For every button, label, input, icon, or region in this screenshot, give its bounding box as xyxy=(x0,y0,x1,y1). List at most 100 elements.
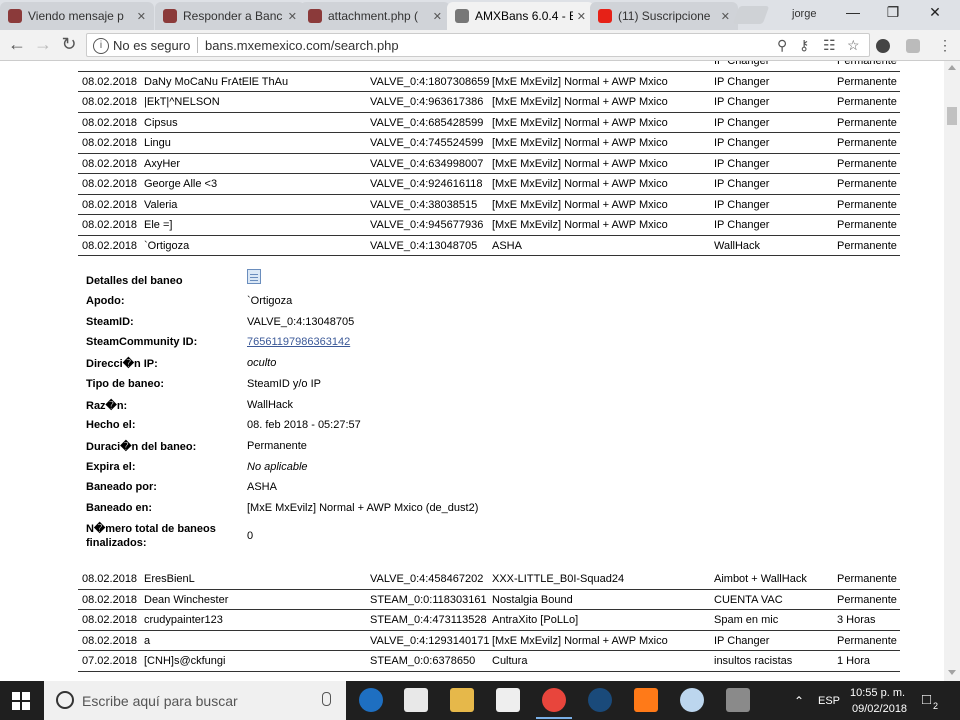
close-icon[interactable]: ✕ xyxy=(920,4,950,21)
notification-count: 2 xyxy=(933,701,939,711)
player-name: AxyHer xyxy=(144,157,181,170)
browser-tab[interactable]: attachment.php (✕ xyxy=(300,2,450,30)
security-indicator[interactable]: No es seguro xyxy=(113,38,190,53)
tab-close-icon[interactable]: ✕ xyxy=(721,10,730,23)
detail-value: WallHack xyxy=(247,398,294,411)
tray-expand-icon[interactable]: ⌃ xyxy=(794,694,804,708)
search-placeholder[interactable]: Escribe aquí para buscar xyxy=(82,693,238,709)
table-row[interactable]: 08.02.2018 George Alle <3 VALVE_0:4:924616… xyxy=(78,174,900,195)
detail-value: ASHA xyxy=(247,481,277,494)
menu-dots-icon[interactable]: ⋮ xyxy=(938,37,952,54)
tool-icon[interactable] xyxy=(726,688,750,712)
ban-length: Permanente xyxy=(837,178,897,190)
chrome-icon[interactable] xyxy=(536,688,572,719)
tab-close-icon[interactable]: ✕ xyxy=(433,10,442,23)
table-row[interactable]: 08.02.2018 crudypainter123 STEAM_0:4:47311… xyxy=(78,610,900,631)
player-name: Ele =] xyxy=(144,219,173,231)
microphone-icon[interactable] xyxy=(322,692,331,706)
server-name: ASHA xyxy=(492,239,522,252)
new-tab-button[interactable] xyxy=(732,6,770,24)
table-row[interactable]: 08.02.2018 AxyHer VALVE_0:4:634998007 [MxE … xyxy=(78,154,900,174)
notifications-icon[interactable]: □ xyxy=(922,691,931,708)
total-bans-value: 0 xyxy=(247,530,254,542)
profile-name[interactable]: jorge xyxy=(792,8,816,20)
address-bar[interactable]: i No es seguro bans.mxemexico.com/search… xyxy=(86,33,870,57)
table-row[interactable]: 08.02.2018 Dean Winchester STEAM_0:0:11830… xyxy=(78,590,900,610)
extension-g-icon[interactable] xyxy=(906,39,920,53)
steam-icon[interactable] xyxy=(588,688,612,712)
player-name: George Alle <3 xyxy=(144,178,218,190)
ban-date: 08.02.2018 xyxy=(82,593,138,606)
scroll-thumb[interactable] xyxy=(947,107,957,125)
app-icon[interactable] xyxy=(680,688,704,712)
server-name: [MxE MxEvilz] Normal + AWP Mxico xyxy=(492,157,668,170)
taskbar-search[interactable]: Escribe aquí para buscar xyxy=(44,681,346,720)
favicon-icon xyxy=(308,9,322,23)
key-icon[interactable]: ⚷ xyxy=(799,37,809,54)
info-icon[interactable]: i xyxy=(93,38,109,54)
steam-id: VALVE_0:4:963617386 xyxy=(370,96,484,108)
browser-tab[interactable]: Responder a Banc ✕ xyxy=(155,2,305,30)
table-row[interactable]: 08.02.2018 a VALVE_0:4:1293140171 [MxE MxEv… xyxy=(78,631,900,651)
zoom-icon[interactable]: ⚲ xyxy=(777,37,787,54)
table-row[interactable]: 08.02.2018 DaNy MoCaNu FrAtElE ThAu VALVE_… xyxy=(78,72,900,92)
back-arrow-icon[interactable]: ← xyxy=(6,34,28,55)
detail-label: SteamCommunity ID: xyxy=(86,336,198,349)
server-name: [MxE MxEvilz] Normal + AWP Mxico xyxy=(492,219,668,231)
table-row[interactable]: 08.02.2018 EresBienL VALVE_0:4:458467202 XX… xyxy=(78,569,900,590)
translate-icon[interactable]: ☷ xyxy=(823,37,836,54)
tab-close-icon[interactable]: ✕ xyxy=(137,10,146,23)
bookmark-star-icon[interactable]: ☆ xyxy=(847,37,860,54)
taskbar: Escribe aquí para buscar ⌃ ESP 10:55 p. … xyxy=(0,681,960,720)
detail-value[interactable]: 76561197986363142 xyxy=(247,336,350,348)
detail-label: SteamID: xyxy=(86,315,134,328)
minimize-icon[interactable]: — xyxy=(838,4,868,20)
cortana-icon[interactable] xyxy=(56,691,74,709)
table-row[interactable]: 08.02.2018 Valeria VALVE_0:4:38038515 [MxE … xyxy=(78,195,900,215)
language-indicator[interactable]: ESP xyxy=(818,695,840,707)
table-row[interactable]: 08.02.2018 |EkT|^NELSON VALVE_0:4:96361738… xyxy=(78,92,900,113)
forward-arrow-icon[interactable]: → xyxy=(32,34,54,55)
detail-label: Baneado por: xyxy=(86,481,157,494)
windows-start-icon[interactable] xyxy=(12,692,30,710)
edge-icon[interactable] xyxy=(359,688,383,712)
detail-label: Apodo: xyxy=(86,295,125,307)
player-name: `Ortigoza xyxy=(144,239,190,252)
favicon-icon xyxy=(598,9,612,23)
detail-label: Expira el: xyxy=(86,460,136,473)
document-icon[interactable] xyxy=(247,269,261,284)
reload-icon[interactable]: ↻ xyxy=(58,34,80,55)
table-row[interactable]: 08.02.2018 Cipsus VALVE_0:4:685428599 [MxE … xyxy=(78,113,900,133)
table-row[interactable]: 08.02.2018 `Ortigoza VALVE_0:4:13048705 ASH… xyxy=(78,236,900,256)
ban-reason: IP Changer xyxy=(714,96,770,108)
detail-label: Baneado en: xyxy=(86,502,153,514)
table-row[interactable]: 08.02.2018 Ele =] VALVE_0:4:945677936 [MxE … xyxy=(78,215,900,236)
table-row[interactable]: IP Changer Permanente xyxy=(78,61,900,72)
table-row[interactable]: 07.02.2018 [CNH]s@ckfungi STEAM_0:0:637865… xyxy=(78,651,900,672)
steam-id: VALVE_0:4:745524599 xyxy=(370,137,484,149)
recorder-icon[interactable] xyxy=(634,688,658,712)
ban-length: Permanente xyxy=(837,634,897,647)
store-icon[interactable] xyxy=(496,688,520,712)
player-name: |EkT|^NELSON xyxy=(144,96,220,108)
file-explorer-icon[interactable] xyxy=(450,688,474,712)
tab-close-icon[interactable]: ✕ xyxy=(577,10,586,23)
extension-icon[interactable] xyxy=(876,39,890,53)
ban-reason: IP Changer xyxy=(714,75,770,88)
browser-tab[interactable]: Viendo mensaje p ✕ xyxy=(0,2,154,30)
restore-icon[interactable]: ❐ xyxy=(878,4,908,21)
steam-id: VALVE_0:4:13048705 xyxy=(370,239,478,252)
bans-table-bottom: 08.02.2018 EresBienL VALVE_0:4:458467202 XX… xyxy=(78,569,900,672)
mail-icon[interactable] xyxy=(404,688,428,712)
browser-tab[interactable]: (11) Suscripcione ✕ xyxy=(590,2,738,30)
browser-tab[interactable]: AMXBans 6.0.4 - B ✕ xyxy=(447,2,594,30)
page-scrollbar[interactable] xyxy=(944,61,960,681)
table-row[interactable]: 08.02.2018 Lingu VALVE_0:4:745524599 [MxE M… xyxy=(78,133,900,154)
ban-length: 1 Hora xyxy=(837,655,871,667)
scroll-down-icon[interactable] xyxy=(948,670,956,675)
url-text[interactable]: bans.mxemexico.com/search.php xyxy=(205,38,399,53)
clock-time[interactable]: 10:55 p. m. xyxy=(850,687,905,699)
scroll-up-icon[interactable] xyxy=(948,65,956,70)
tab-close-icon[interactable]: ✕ xyxy=(288,10,297,23)
clock-date[interactable]: 09/02/2018 xyxy=(852,703,907,715)
